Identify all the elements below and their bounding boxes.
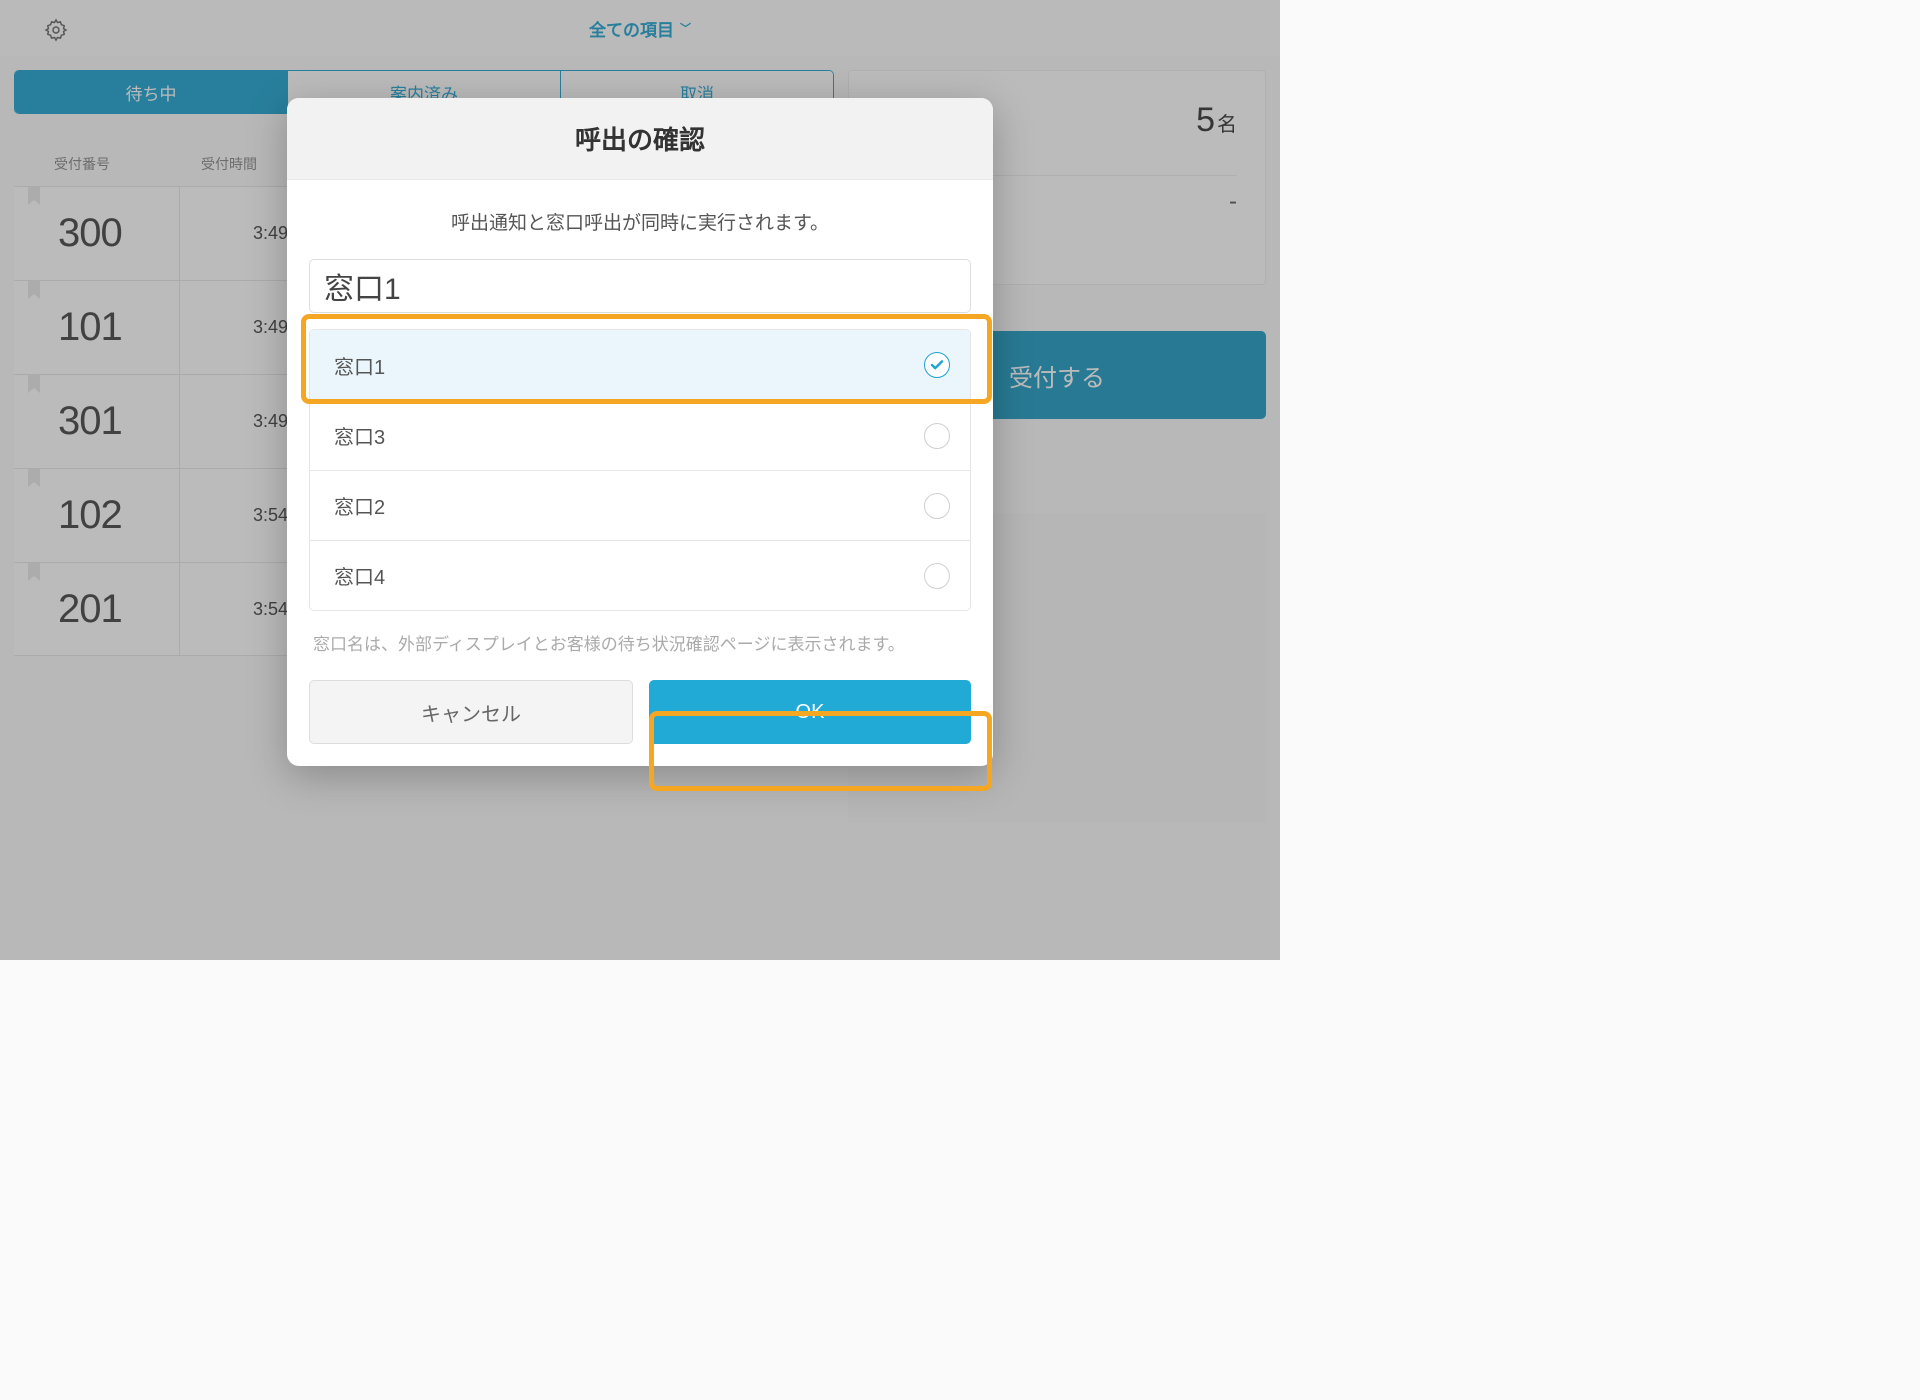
- window-option[interactable]: 窓口4: [310, 540, 970, 610]
- radio-indicator: [924, 423, 950, 449]
- radio-indicator: [924, 493, 950, 519]
- cancel-button[interactable]: キャンセル: [309, 680, 633, 744]
- modal-message: 呼出通知と窓口呼出が同時に実行されます。: [309, 208, 971, 235]
- radio-indicator: [924, 563, 950, 589]
- option-label: 窓口1: [334, 351, 385, 380]
- window-option[interactable]: 窓口1: [310, 330, 970, 400]
- modal-overlay[interactable]: 呼出の確認 呼出通知と窓口呼出が同時に実行されます。 窓口1 窓口3 窓口2 窓…: [0, 0, 1280, 960]
- call-confirm-modal: 呼出の確認 呼出通知と窓口呼出が同時に実行されます。 窓口1 窓口3 窓口2 窓…: [287, 98, 993, 766]
- option-label: 窓口4: [334, 561, 385, 590]
- modal-title: 呼出の確認: [287, 98, 993, 180]
- radio-indicator: [924, 352, 950, 378]
- option-label: 窓口2: [334, 491, 385, 520]
- ok-button[interactable]: OK: [649, 680, 971, 744]
- window-name-input[interactable]: [309, 259, 971, 313]
- window-option[interactable]: 窓口3: [310, 400, 970, 470]
- window-option[interactable]: 窓口2: [310, 470, 970, 540]
- window-options: 窓口1 窓口3 窓口2 窓口4: [309, 329, 971, 611]
- helper-text: 窓口名は、外部ディスプレイとお客様の待ち状況確認ページに表示されます。: [309, 631, 971, 658]
- option-label: 窓口3: [334, 421, 385, 450]
